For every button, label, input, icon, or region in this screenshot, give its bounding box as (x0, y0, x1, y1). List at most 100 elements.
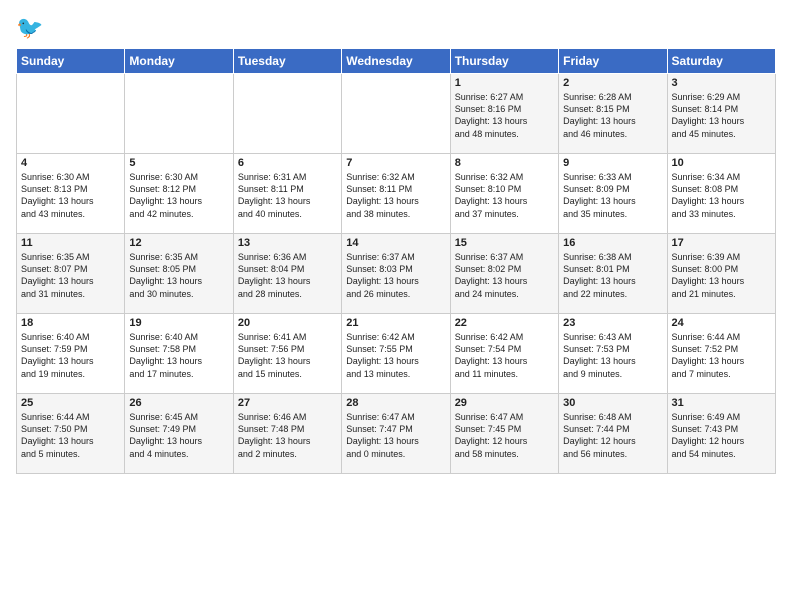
calendar-cell: 27 Sunrise: 6:46 AM Sunset: 7:48 PM Dayli… (233, 394, 341, 474)
day-info: Sunrise: 6:48 AM Sunset: 7:44 PM Dayligh… (563, 411, 662, 460)
day-number: 17 (672, 237, 771, 249)
calendar-cell: 24Sunrise: 6:44 AM Sunset: 7:52 PM Dayli… (667, 314, 775, 394)
calendar-cell: 31 Sunrise: 6:49 AM Sunset: 7:43 PM Dayli… (667, 394, 775, 474)
day-info: Sunrise: 6:40 AM Sunset: 7:59 PM Dayligh… (21, 331, 120, 380)
calendar-cell: 14 Sunrise: 6:37 AM Sunset: 8:03 PM Dayli… (342, 234, 450, 314)
day-number: 13 (238, 237, 337, 249)
day-number: 21 (346, 317, 445, 329)
day-header-sunday: Sunday (17, 49, 125, 74)
day-number: 18 (21, 317, 120, 329)
day-number: 1 (455, 77, 554, 89)
day-number: 5 (129, 157, 228, 169)
day-header-monday: Monday (125, 49, 233, 74)
day-number: 2 (563, 77, 662, 89)
day-info: Sunrise: 6:46 AM Sunset: 7:48 PM Dayligh… (238, 411, 337, 460)
calendar-cell: 3 Sunrise: 6:29 AM Sunset: 8:14 PM Daylig… (667, 74, 775, 154)
calendar-cell: 28 Sunrise: 6:47 AM Sunset: 7:47 PM Dayli… (342, 394, 450, 474)
day-info: Sunrise: 6:29 AM Sunset: 8:14 PM Dayligh… (672, 91, 771, 140)
day-info: Sunrise: 6:39 AM Sunset: 8:00 PM Dayligh… (672, 251, 771, 300)
calendar-cell: 18 Sunrise: 6:40 AM Sunset: 7:59 PM Dayli… (17, 314, 125, 394)
calendar-cell: 21Sunrise: 6:42 AM Sunset: 7:55 PM Dayli… (342, 314, 450, 394)
day-number: 19 (129, 317, 228, 329)
logo: 🐦 (16, 16, 43, 40)
day-header-saturday: Saturday (667, 49, 775, 74)
calendar-cell: 11 Sunrise: 6:35 AM Sunset: 8:07 PM Dayli… (17, 234, 125, 314)
calendar-cell (125, 74, 233, 154)
calendar-cell: 30Sunrise: 6:48 AM Sunset: 7:44 PM Dayli… (559, 394, 667, 474)
day-info: Sunrise: 6:47 AM Sunset: 7:45 PM Dayligh… (455, 411, 554, 460)
day-info: Sunrise: 6:42 AM Sunset: 7:54 PM Dayligh… (455, 331, 554, 380)
day-info: Sunrise: 6:35 AM Sunset: 8:07 PM Dayligh… (21, 251, 120, 300)
day-info: Sunrise: 6:37 AM Sunset: 8:02 PM Dayligh… (455, 251, 554, 300)
day-info: Sunrise: 6:33 AM Sunset: 8:09 PM Dayligh… (563, 171, 662, 220)
calendar-cell: 25Sunrise: 6:44 AM Sunset: 7:50 PM Dayli… (17, 394, 125, 474)
day-number: 11 (21, 237, 120, 249)
day-number: 20 (238, 317, 337, 329)
calendar-cell (17, 74, 125, 154)
day-header-friday: Friday (559, 49, 667, 74)
day-info: Sunrise: 6:38 AM Sunset: 8:01 PM Dayligh… (563, 251, 662, 300)
day-number: 8 (455, 157, 554, 169)
day-number: 12 (129, 237, 228, 249)
day-info: Sunrise: 6:49 AM Sunset: 7:43 PM Dayligh… (672, 411, 771, 460)
day-number: 22 (455, 317, 554, 329)
calendar-cell: 8 Sunrise: 6:32 AM Sunset: 8:10 PM Daylig… (450, 154, 558, 234)
day-info: Sunrise: 6:44 AM Sunset: 7:50 PM Dayligh… (21, 411, 120, 460)
calendar-cell: 2 Sunrise: 6:28 AM Sunset: 8:15 PM Daylig… (559, 74, 667, 154)
day-number: 7 (346, 157, 445, 169)
day-info: Sunrise: 6:32 AM Sunset: 8:10 PM Dayligh… (455, 171, 554, 220)
calendar-cell: 17 Sunrise: 6:39 AM Sunset: 8:00 PM Dayli… (667, 234, 775, 314)
calendar-week-row: 18 Sunrise: 6:40 AM Sunset: 7:59 PM Dayli… (17, 314, 776, 394)
calendar-cell: 16 Sunrise: 6:38 AM Sunset: 8:01 PM Dayli… (559, 234, 667, 314)
calendar-cell: 26Sunrise: 6:45 AM Sunset: 7:49 PM Dayli… (125, 394, 233, 474)
day-number: 28 (346, 397, 445, 409)
day-number: 31 (672, 397, 771, 409)
calendar-cell: 7 Sunrise: 6:32 AM Sunset: 8:11 PM Daylig… (342, 154, 450, 234)
calendar-cell: 12Sunrise: 6:35 AM Sunset: 8:05 PM Dayli… (125, 234, 233, 314)
calendar-cell: 29 Sunrise: 6:47 AM Sunset: 7:45 PM Dayli… (450, 394, 558, 474)
day-number: 9 (563, 157, 662, 169)
day-header-thursday: Thursday (450, 49, 558, 74)
calendar-cell: 19 Sunrise: 6:40 AM Sunset: 7:58 PM Dayli… (125, 314, 233, 394)
calendar: SundayMondayTuesdayWednesdayThursdayFrid… (16, 48, 776, 474)
logo-bird-icon: 🐦 (16, 15, 43, 40)
calendar-header-row: SundayMondayTuesdayWednesdayThursdayFrid… (17, 49, 776, 74)
day-number: 29 (455, 397, 554, 409)
day-number: 27 (238, 397, 337, 409)
day-number: 14 (346, 237, 445, 249)
calendar-week-row: 11 Sunrise: 6:35 AM Sunset: 8:07 PM Dayli… (17, 234, 776, 314)
calendar-cell: 22 Sunrise: 6:42 AM Sunset: 7:54 PM Dayli… (450, 314, 558, 394)
day-info: Sunrise: 6:30 AM Sunset: 8:12 PM Dayligh… (129, 171, 228, 220)
day-header-tuesday: Tuesday (233, 49, 341, 74)
day-info: Sunrise: 6:45 AM Sunset: 7:49 PM Dayligh… (129, 411, 228, 460)
calendar-cell: 10Sunrise: 6:34 AM Sunset: 8:08 PM Dayli… (667, 154, 775, 234)
day-number: 23 (563, 317, 662, 329)
calendar-cell (342, 74, 450, 154)
day-number: 16 (563, 237, 662, 249)
page: 🐦 SundayMondayTuesdayWednesdayThursdayFr… (0, 0, 792, 612)
day-info: Sunrise: 6:31 AM Sunset: 8:11 PM Dayligh… (238, 171, 337, 220)
logo-text: 🐦 (16, 16, 43, 40)
day-info: Sunrise: 6:47 AM Sunset: 7:47 PM Dayligh… (346, 411, 445, 460)
calendar-week-row: 1 Sunrise: 6:27 AM Sunset: 8:16 PM Daylig… (17, 74, 776, 154)
day-number: 15 (455, 237, 554, 249)
day-info: Sunrise: 6:41 AM Sunset: 7:56 PM Dayligh… (238, 331, 337, 380)
day-info: Sunrise: 6:37 AM Sunset: 8:03 PM Dayligh… (346, 251, 445, 300)
day-number: 6 (238, 157, 337, 169)
day-info: Sunrise: 6:28 AM Sunset: 8:15 PM Dayligh… (563, 91, 662, 140)
day-number: 10 (672, 157, 771, 169)
day-info: Sunrise: 6:43 AM Sunset: 7:53 PM Dayligh… (563, 331, 662, 380)
day-number: 4 (21, 157, 120, 169)
day-header-wednesday: Wednesday (342, 49, 450, 74)
day-info: Sunrise: 6:27 AM Sunset: 8:16 PM Dayligh… (455, 91, 554, 140)
header: 🐦 (16, 16, 776, 40)
day-info: Sunrise: 6:30 AM Sunset: 8:13 PM Dayligh… (21, 171, 120, 220)
calendar-cell (233, 74, 341, 154)
calendar-cell: 23 Sunrise: 6:43 AM Sunset: 7:53 PM Dayli… (559, 314, 667, 394)
day-number: 3 (672, 77, 771, 89)
day-info: Sunrise: 6:40 AM Sunset: 7:58 PM Dayligh… (129, 331, 228, 380)
day-info: Sunrise: 6:36 AM Sunset: 8:04 PM Dayligh… (238, 251, 337, 300)
day-info: Sunrise: 6:32 AM Sunset: 8:11 PM Dayligh… (346, 171, 445, 220)
calendar-cell: 20 Sunrise: 6:41 AM Sunset: 7:56 PM Dayli… (233, 314, 341, 394)
calendar-cell: 15 Sunrise: 6:37 AM Sunset: 8:02 PM Dayli… (450, 234, 558, 314)
